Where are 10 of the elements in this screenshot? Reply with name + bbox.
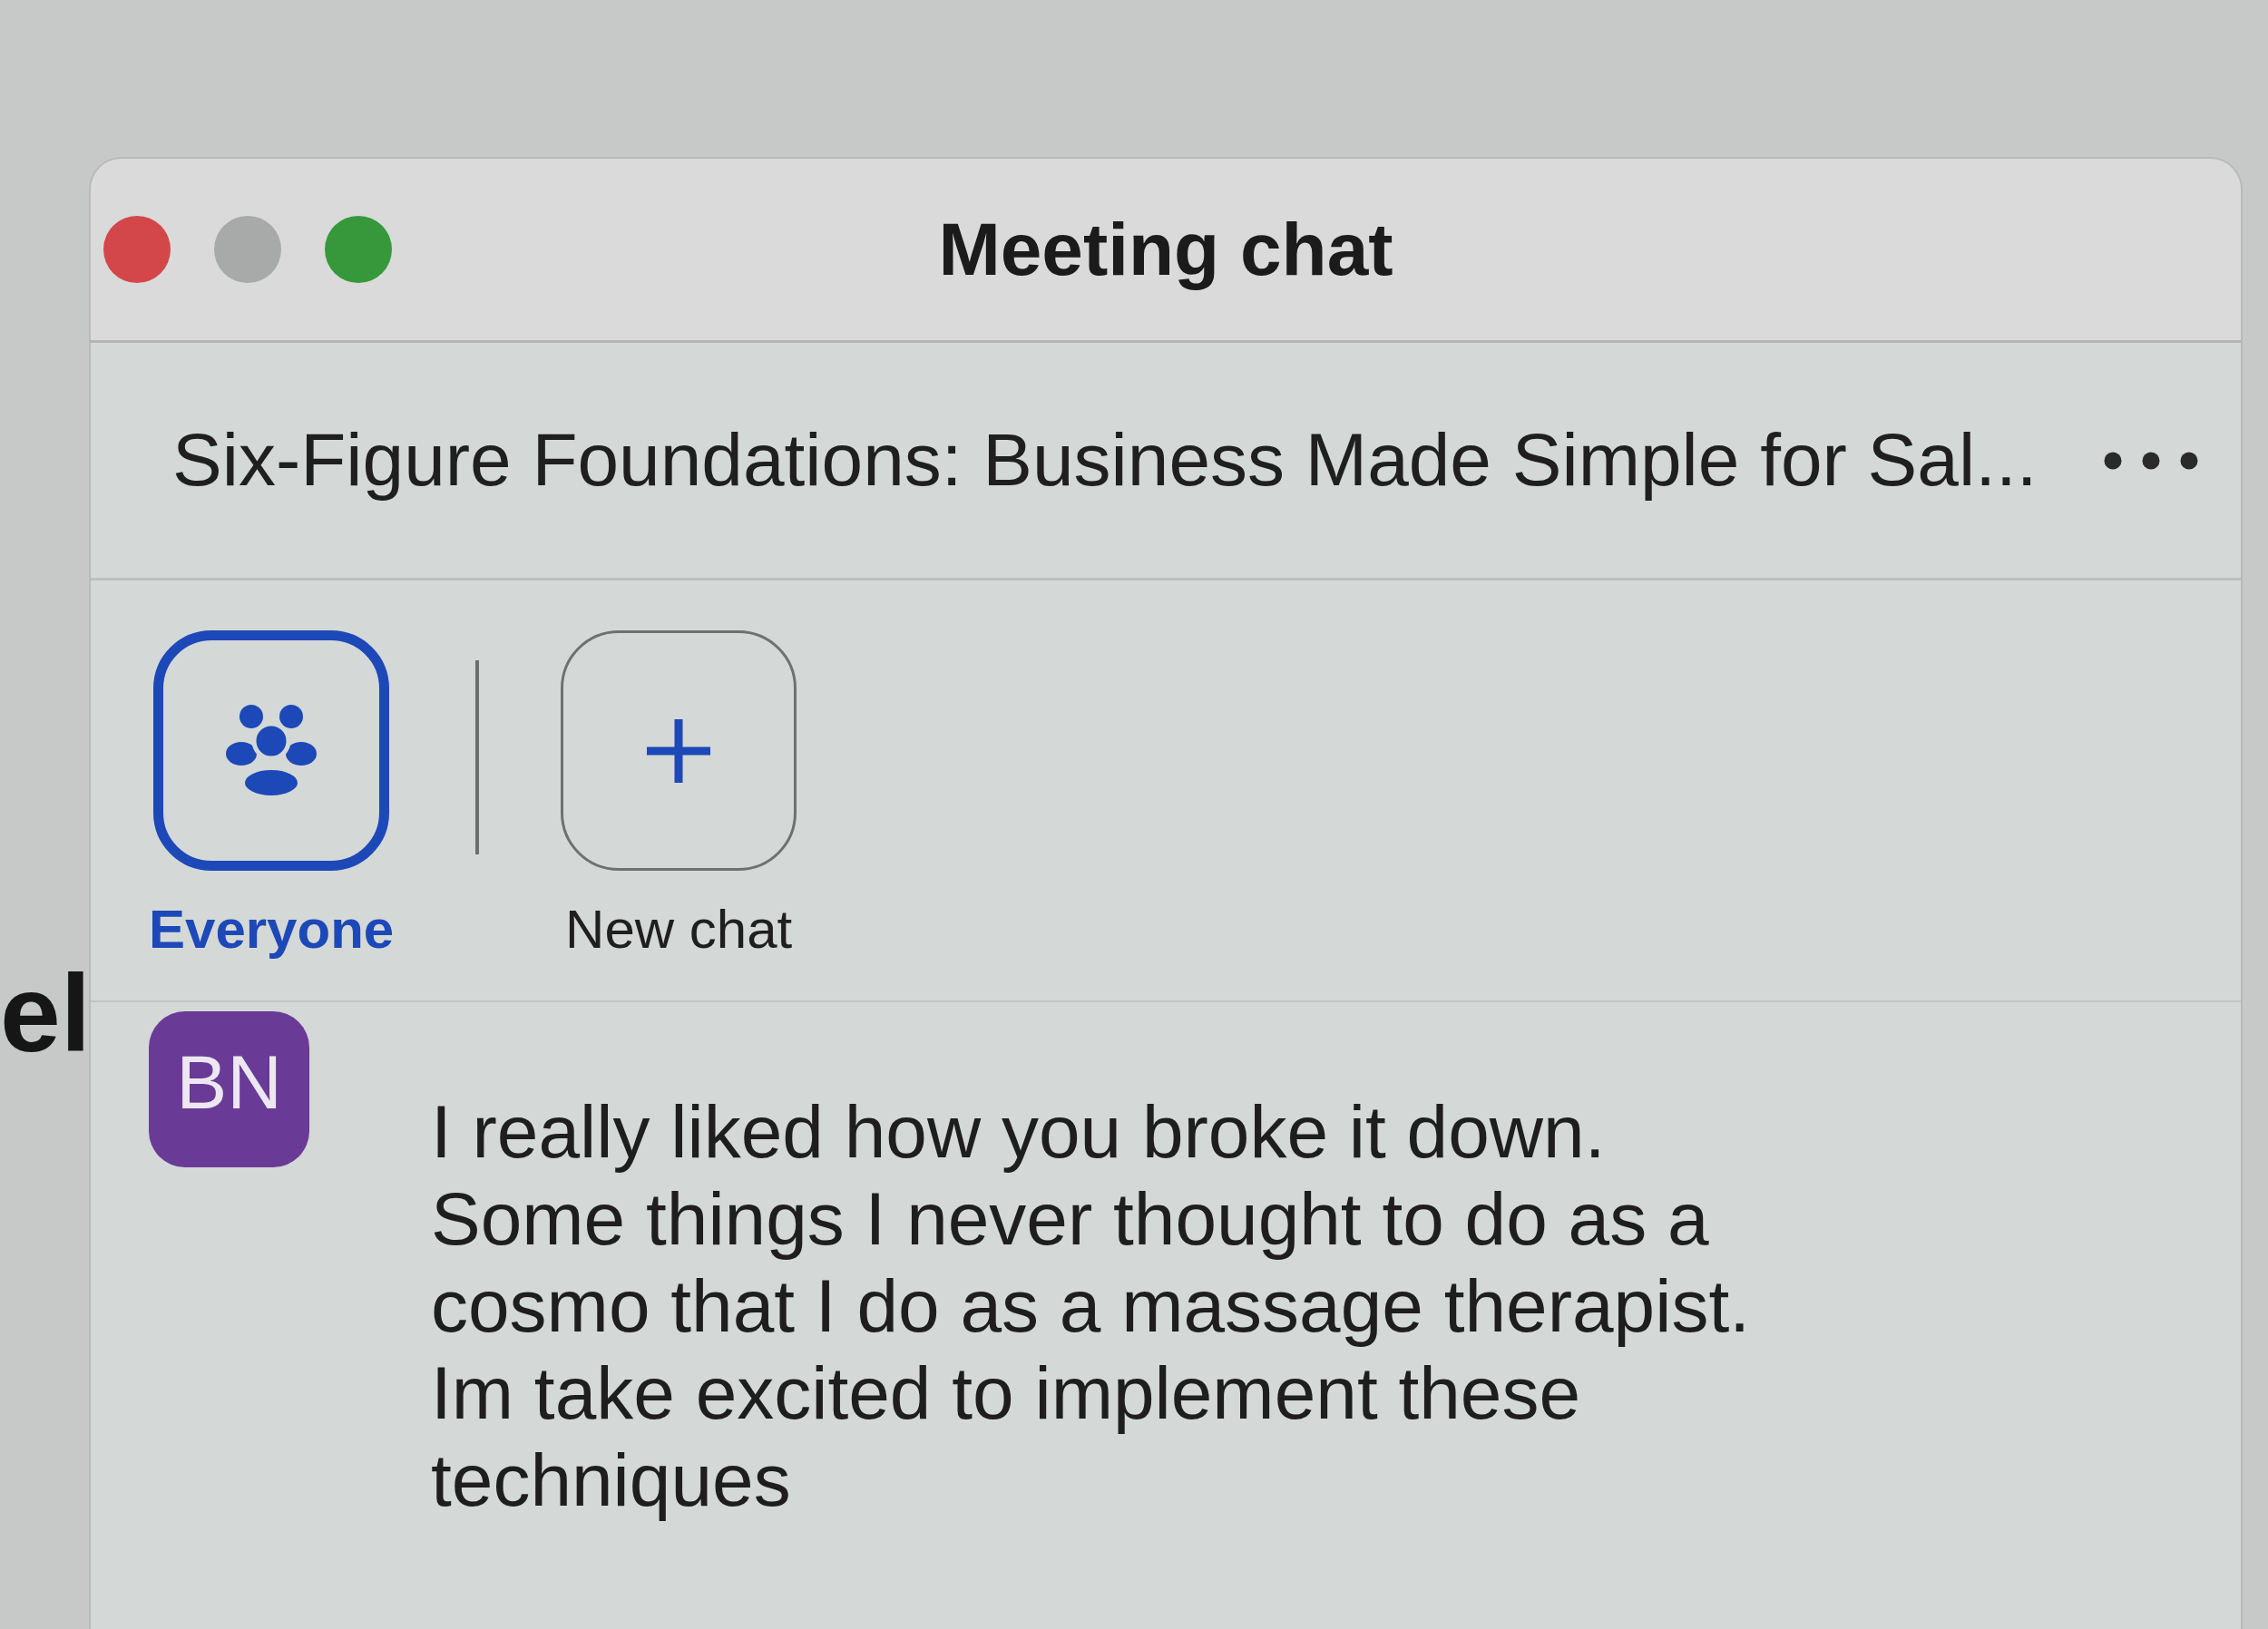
message-text: I really liked how you broke it down. Some things I never thought to do as a cosmo that I do as a massage therapist. Im take excited to implement these techniques <box>431 1089 1751 1523</box>
chat-tab[interactable]: Everyone <box>149 630 395 962</box>
background-text: el <box>0 959 91 1068</box>
plus-icon <box>561 630 797 871</box>
more-options-icon[interactable] <box>2104 451 2198 470</box>
user-avatar: BN <box>149 1011 309 1167</box>
people-icon <box>153 630 390 871</box>
window-title: Meeting chat <box>938 206 1393 292</box>
new-chat-button[interactable]: New chat <box>561 630 797 962</box>
meeting-title: Six-Figure Foundations: Business Made Simple for Sal... <box>172 417 2038 503</box>
